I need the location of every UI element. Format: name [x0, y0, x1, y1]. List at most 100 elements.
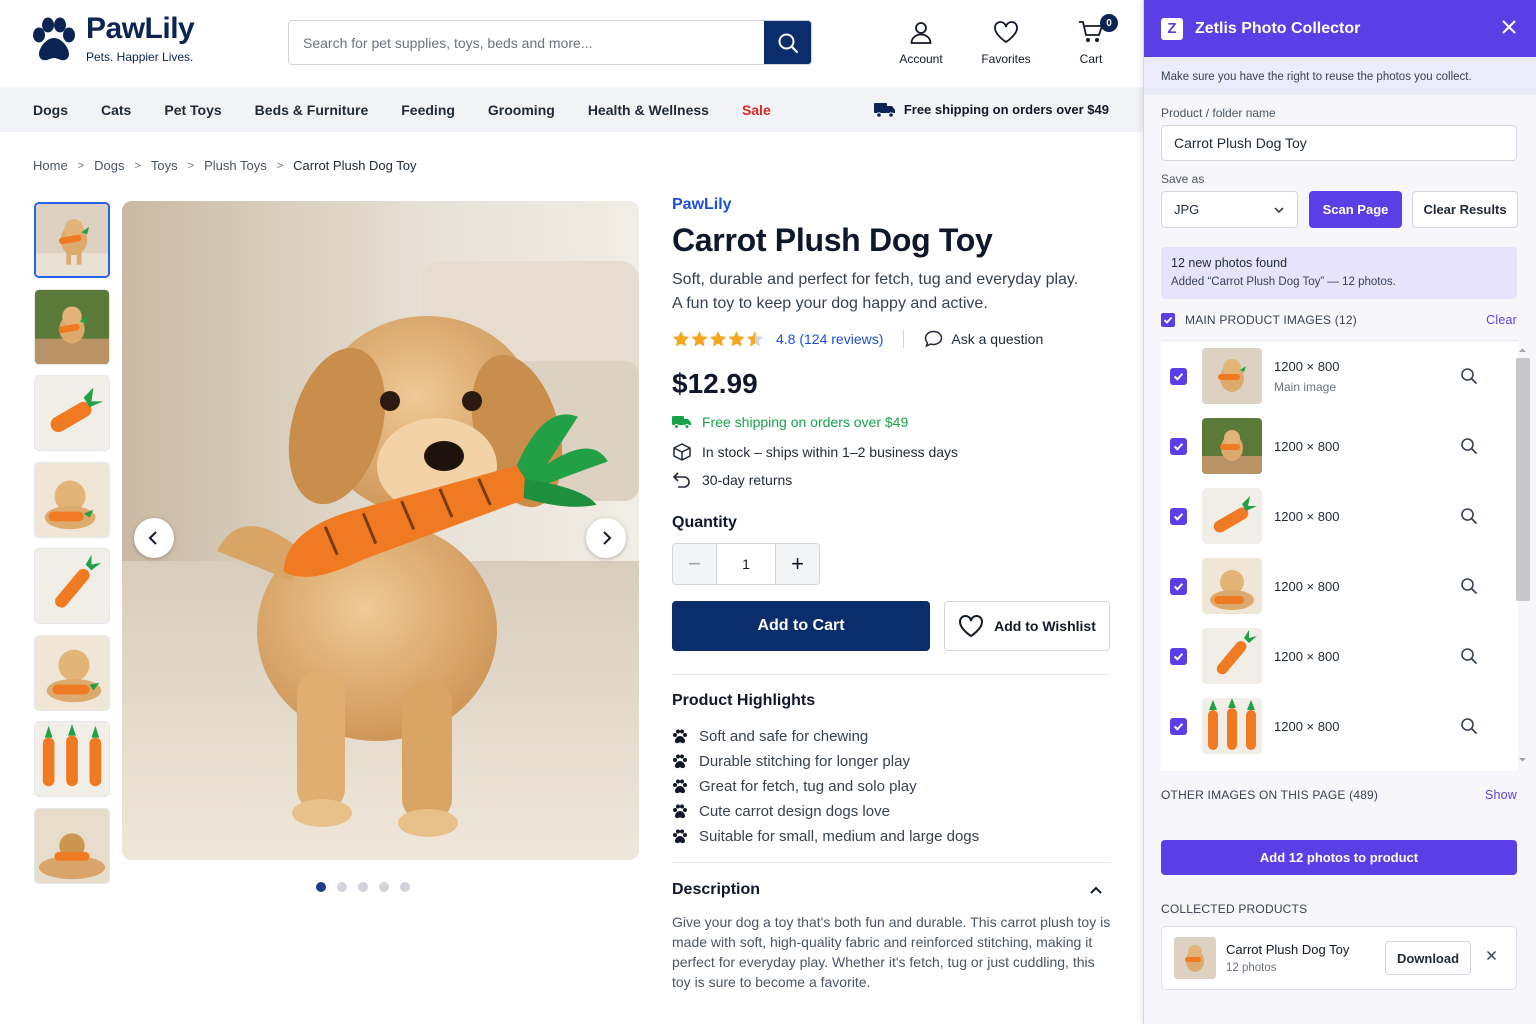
plus-icon: + — [791, 551, 804, 576]
previous-image-button[interactable] — [134, 518, 174, 558]
main-images-list[interactable]: 1200 × 800 Main image 1200 × 800 1200 × 8… — [1161, 340, 1518, 771]
nav-item-feeding[interactable]: Feeding — [401, 102, 455, 118]
image-row[interactable]: 1200 × 800 — [1161, 691, 1501, 761]
close-panel-button[interactable] — [1501, 19, 1517, 35]
other-images-section-header: OTHER IMAGES ON THIS PAGE (489) Show — [1161, 788, 1517, 802]
brand-tagline: Pets. Happier Lives. — [86, 50, 194, 64]
select-all-main-images-checkbox[interactable] — [1161, 313, 1175, 327]
zoom-icon[interactable] — [1460, 367, 1478, 385]
search-bar — [288, 20, 812, 65]
highlight-text: Cute carrot design dogs love — [699, 803, 890, 820]
user-icon — [909, 20, 933, 44]
image-checkbox[interactable] — [1170, 647, 1187, 665]
thumbnail-5[interactable] — [34, 548, 110, 624]
increase-quantity-button[interactable]: + — [776, 544, 819, 584]
thumbnail-4[interactable] — [34, 461, 110, 538]
thumbnail-7[interactable] — [34, 721, 110, 797]
image-row[interactable]: 1200 × 800 Main image — [1161, 341, 1501, 411]
product-brand[interactable]: PawLily — [672, 196, 732, 214]
add-to-wishlist-button[interactable]: Add to Wishlist — [944, 601, 1110, 651]
nav-item-grooming[interactable]: Grooming — [488, 102, 555, 118]
nav-item-beds-furniture[interactable]: Beds & Furniture — [255, 102, 369, 118]
image-thumbnail — [1202, 698, 1262, 754]
clear-main-images-link[interactable]: Clear — [1486, 313, 1517, 327]
search-input[interactable] — [289, 21, 764, 64]
ask-question-link[interactable]: Ask a question — [924, 330, 1043, 348]
thumbnail-8[interactable] — [34, 807, 110, 884]
nav-item-dogs[interactable]: Dogs — [33, 102, 68, 118]
image-checkbox[interactable] — [1170, 437, 1187, 455]
breadcrumb-plush-toys[interactable]: Plush Toys — [204, 158, 267, 173]
check-icon — [1173, 511, 1184, 522]
image-checkbox[interactable] — [1170, 717, 1187, 735]
next-image-button[interactable] — [586, 518, 626, 558]
zoom-icon[interactable] — [1460, 437, 1478, 455]
paw-icon — [672, 754, 688, 769]
check-icon — [1173, 581, 1184, 592]
nav-item-sale[interactable]: Sale — [742, 102, 771, 118]
image-row[interactable]: 1200 × 800 — [1161, 411, 1501, 481]
scan-result-title: 12 new photos found — [1171, 256, 1288, 270]
save-format-select[interactable]: JPG — [1161, 191, 1298, 228]
carousel-dot[interactable] — [358, 882, 368, 892]
main-product-image[interactable] — [122, 201, 639, 860]
chevron-right-icon: > — [276, 159, 284, 172]
image-size: 1200 × 800 — [1274, 648, 1340, 664]
description-text: Give your dog a toy that's both fun and … — [672, 914, 1111, 990]
scan-page-button[interactable]: Scan Page — [1309, 191, 1402, 228]
thumbnail-1[interactable] — [34, 202, 110, 278]
returns-perk: 30-day returns — [672, 471, 792, 489]
brand-logo[interactable]: PawLily Pets. Happier Lives. — [30, 14, 195, 64]
search-button[interactable] — [764, 21, 811, 64]
carousel-dot[interactable] — [337, 882, 347, 892]
breadcrumb-home[interactable]: Home — [33, 158, 68, 173]
quantity-label: Quantity — [672, 514, 737, 531]
zoom-icon[interactable] — [1460, 647, 1478, 665]
clear-results-button[interactable]: Clear Results — [1412, 191, 1518, 228]
nav-item-pet-toys[interactable]: Pet Toys — [164, 102, 221, 118]
zoom-icon[interactable] — [1460, 577, 1478, 595]
add-to-cart-button[interactable]: Add to Cart — [672, 601, 930, 651]
carousel-dot[interactable] — [400, 882, 410, 892]
decrease-quantity-button[interactable]: − — [673, 544, 716, 584]
product-title: Carrot Plush Dog Toy — [672, 222, 993, 258]
cart-button[interactable]: Cart 0 — [1056, 14, 1126, 66]
download-button[interactable]: Download — [1385, 941, 1471, 975]
description-title[interactable]: Description — [672, 881, 760, 899]
image-checkbox[interactable] — [1170, 507, 1187, 525]
image-row[interactable]: 1200 × 800 — [1161, 551, 1501, 621]
scrollbar-thumb[interactable] — [1516, 358, 1530, 601]
zoom-icon[interactable] — [1460, 507, 1478, 525]
thumbnail-6[interactable] — [34, 634, 110, 711]
carousel-dot[interactable] — [316, 882, 326, 892]
heart-icon — [958, 614, 984, 638]
zoom-icon[interactable] — [1460, 717, 1478, 735]
image-row[interactable]: 1200 × 800 — [1161, 621, 1501, 691]
image-checkbox[interactable] — [1170, 367, 1187, 385]
favorites-button[interactable]: Favorites — [971, 20, 1041, 66]
search-icon — [777, 32, 799, 54]
collapse-description-button[interactable] — [1088, 882, 1104, 898]
folder-name-input[interactable] — [1161, 125, 1517, 161]
cart-count-badge: 0 — [1100, 14, 1118, 32]
add-to-wishlist-label: Add to Wishlist — [994, 618, 1096, 634]
image-size: 1200 × 800 — [1274, 438, 1340, 454]
quantity-input[interactable] — [716, 544, 776, 584]
carousel-dot[interactable] — [379, 882, 389, 892]
breadcrumb-toys[interactable]: Toys — [151, 158, 178, 173]
add-photos-to-product-button[interactable]: Add 12 photos to product — [1161, 840, 1517, 875]
image-checkbox[interactable] — [1170, 577, 1187, 595]
breadcrumb-dogs[interactable]: Dogs — [94, 158, 124, 173]
carousel-dots — [316, 882, 410, 892]
nav-item-cats[interactable]: Cats — [101, 102, 131, 118]
account-button[interactable]: Account — [886, 20, 956, 66]
reviews-link[interactable]: 4.8 (124 reviews) — [776, 331, 883, 347]
nav-item-health-wellness[interactable]: Health & Wellness — [588, 102, 709, 118]
thumbnail-3[interactable] — [34, 375, 110, 451]
thumbnail-2[interactable] — [34, 288, 110, 365]
return-arrow-icon — [672, 471, 692, 489]
show-other-images-link[interactable]: Show — [1485, 788, 1517, 802]
image-row[interactable]: 1200 × 800 — [1161, 481, 1501, 551]
scan-result-detail: Added “Carrot Plush Dog Toy” — 12 photos… — [1171, 276, 1396, 288]
remove-collected-product-button[interactable] — [1486, 950, 1497, 961]
